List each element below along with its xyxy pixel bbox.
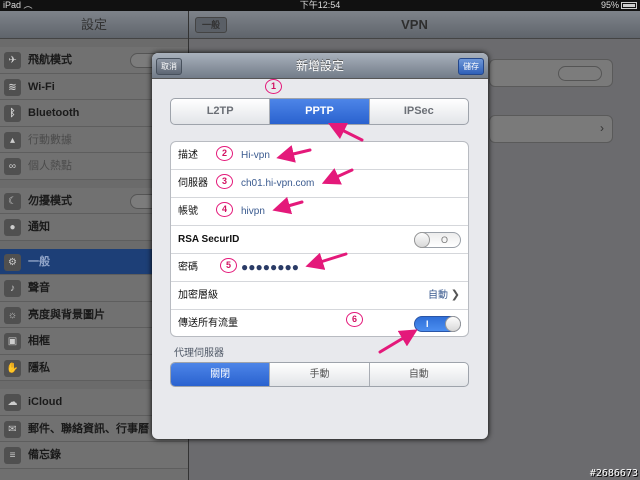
vpn-config-cell[interactable]: ›: [489, 115, 613, 143]
battery-indicator: 95%: [601, 0, 637, 11]
vpn-pane-title: VPN: [401, 17, 428, 32]
encryption-level-label: 加密層級: [178, 290, 218, 301]
toggle-knob: [414, 232, 430, 248]
picture-frame-icon: ▣: [4, 333, 21, 350]
encryption-level-row[interactable]: 加密層級 自動 ❯: [171, 282, 468, 310]
dialog-navbar: 取消 新增設定 儲存: [152, 53, 488, 79]
notes-icon: ≡: [4, 447, 21, 464]
send-all-traffic-label: 傳送所有流量: [178, 318, 238, 329]
annotation-marker-1: 1: [265, 79, 282, 94]
battery-icon: [621, 2, 637, 9]
password-row[interactable]: 密碼 ●●●●●●●●: [171, 254, 468, 282]
wifi-icon: ≋: [4, 78, 21, 96]
encryption-level-value: 自動: [428, 290, 448, 301]
sidebar-title: 設定: [0, 11, 188, 39]
proxy-section-title: 代理伺服器: [174, 348, 224, 359]
description-field[interactable]: Hi-vpn: [241, 142, 270, 169]
mail-icon: ✉: [4, 420, 21, 438]
account-label: 帳號: [178, 206, 198, 217]
add-configuration-dialog: 取消 新增設定 儲存 L2TP PPTP IPSec 描述 Hi-vpn 伺服器…: [152, 53, 488, 439]
send-all-traffic-row: 傳送所有流量 I: [171, 310, 468, 336]
vpn-type-l2tp[interactable]: L2TP: [171, 99, 271, 124]
vpn-type-pptp[interactable]: PPTP: [270, 99, 370, 124]
vpn-type-segmented-control: L2TP PPTP IPSec: [170, 98, 469, 125]
password-label: 密碼: [178, 262, 198, 273]
proxy-auto[interactable]: 自動: [370, 363, 468, 386]
notification-icon: ●: [4, 219, 21, 236]
vpn-settings-group: 描述 Hi-vpn 伺服器 ch01.hi-vpn.com 帳號 hivpn R…: [170, 141, 469, 337]
cellular-icon: ▴: [4, 131, 21, 149]
account-field[interactable]: hivpn: [241, 198, 265, 225]
rsa-securid-label: RSA SecurID: [178, 234, 240, 245]
annotation-marker-2: 2: [216, 146, 233, 161]
rsa-securid-row: RSA SecurID O: [171, 226, 468, 254]
toggle-on-mark: I: [426, 319, 429, 329]
brightness-icon: ☼: [4, 306, 21, 324]
chevron-right-icon: ❯: [450, 289, 460, 301]
watermark: #2686673: [589, 468, 638, 479]
cloud-icon: ☁: [4, 394, 21, 411]
status-bar: iPad ︵ 下午12:54 95%: [0, 0, 640, 11]
vpn-toggle-cell: [489, 59, 613, 87]
toggle-knob: [445, 316, 461, 332]
rsa-securid-toggle[interactable]: O: [414, 232, 461, 248]
speaker-icon: ♪: [4, 280, 21, 297]
password-field[interactable]: ●●●●●●●●: [241, 254, 299, 281]
server-field[interactable]: ch01.hi-vpn.com: [241, 170, 314, 197]
proxy-manual[interactable]: 手動: [270, 363, 370, 386]
gear-icon: ⚙: [4, 253, 21, 271]
sidebar-gap: [0, 39, 188, 47]
annotation-marker-6: 6: [346, 312, 363, 327]
status-time: 下午12:54: [299, 0, 341, 10]
back-button[interactable]: 一般: [195, 17, 227, 33]
annotation-marker-5: 5: [220, 258, 237, 273]
save-button[interactable]: 儲存: [458, 58, 484, 75]
annotation-marker-4: 4: [216, 202, 233, 217]
vpn-toggle[interactable]: [558, 66, 602, 81]
chevron-right-icon: ›: [600, 121, 604, 135]
hotspot-icon: ∞: [4, 158, 21, 175]
proxy-segmented-control: 關閉 手動 自動: [170, 362, 469, 387]
send-all-traffic-toggle[interactable]: I: [414, 316, 461, 332]
vpn-pane-header: 一般 VPN: [189, 11, 640, 39]
toggle-off-mark: O: [441, 235, 449, 245]
annotation-marker-3: 3: [216, 174, 233, 189]
dialog-title: 新增設定: [295, 59, 344, 73]
sidebar-item-notes[interactable]: ≡ 備忘錄: [0, 442, 188, 469]
privacy-hand-icon: ✋: [4, 359, 21, 377]
proxy-off[interactable]: 關閉: [171, 363, 271, 386]
airplane-icon: ✈: [4, 52, 21, 69]
vpn-type-ipsec[interactable]: IPSec: [370, 99, 468, 124]
server-label: 伺服器: [178, 178, 208, 189]
description-label: 描述: [178, 150, 198, 161]
bluetooth-icon: ᛒ: [4, 105, 21, 122]
moon-icon: ☾: [4, 192, 21, 210]
